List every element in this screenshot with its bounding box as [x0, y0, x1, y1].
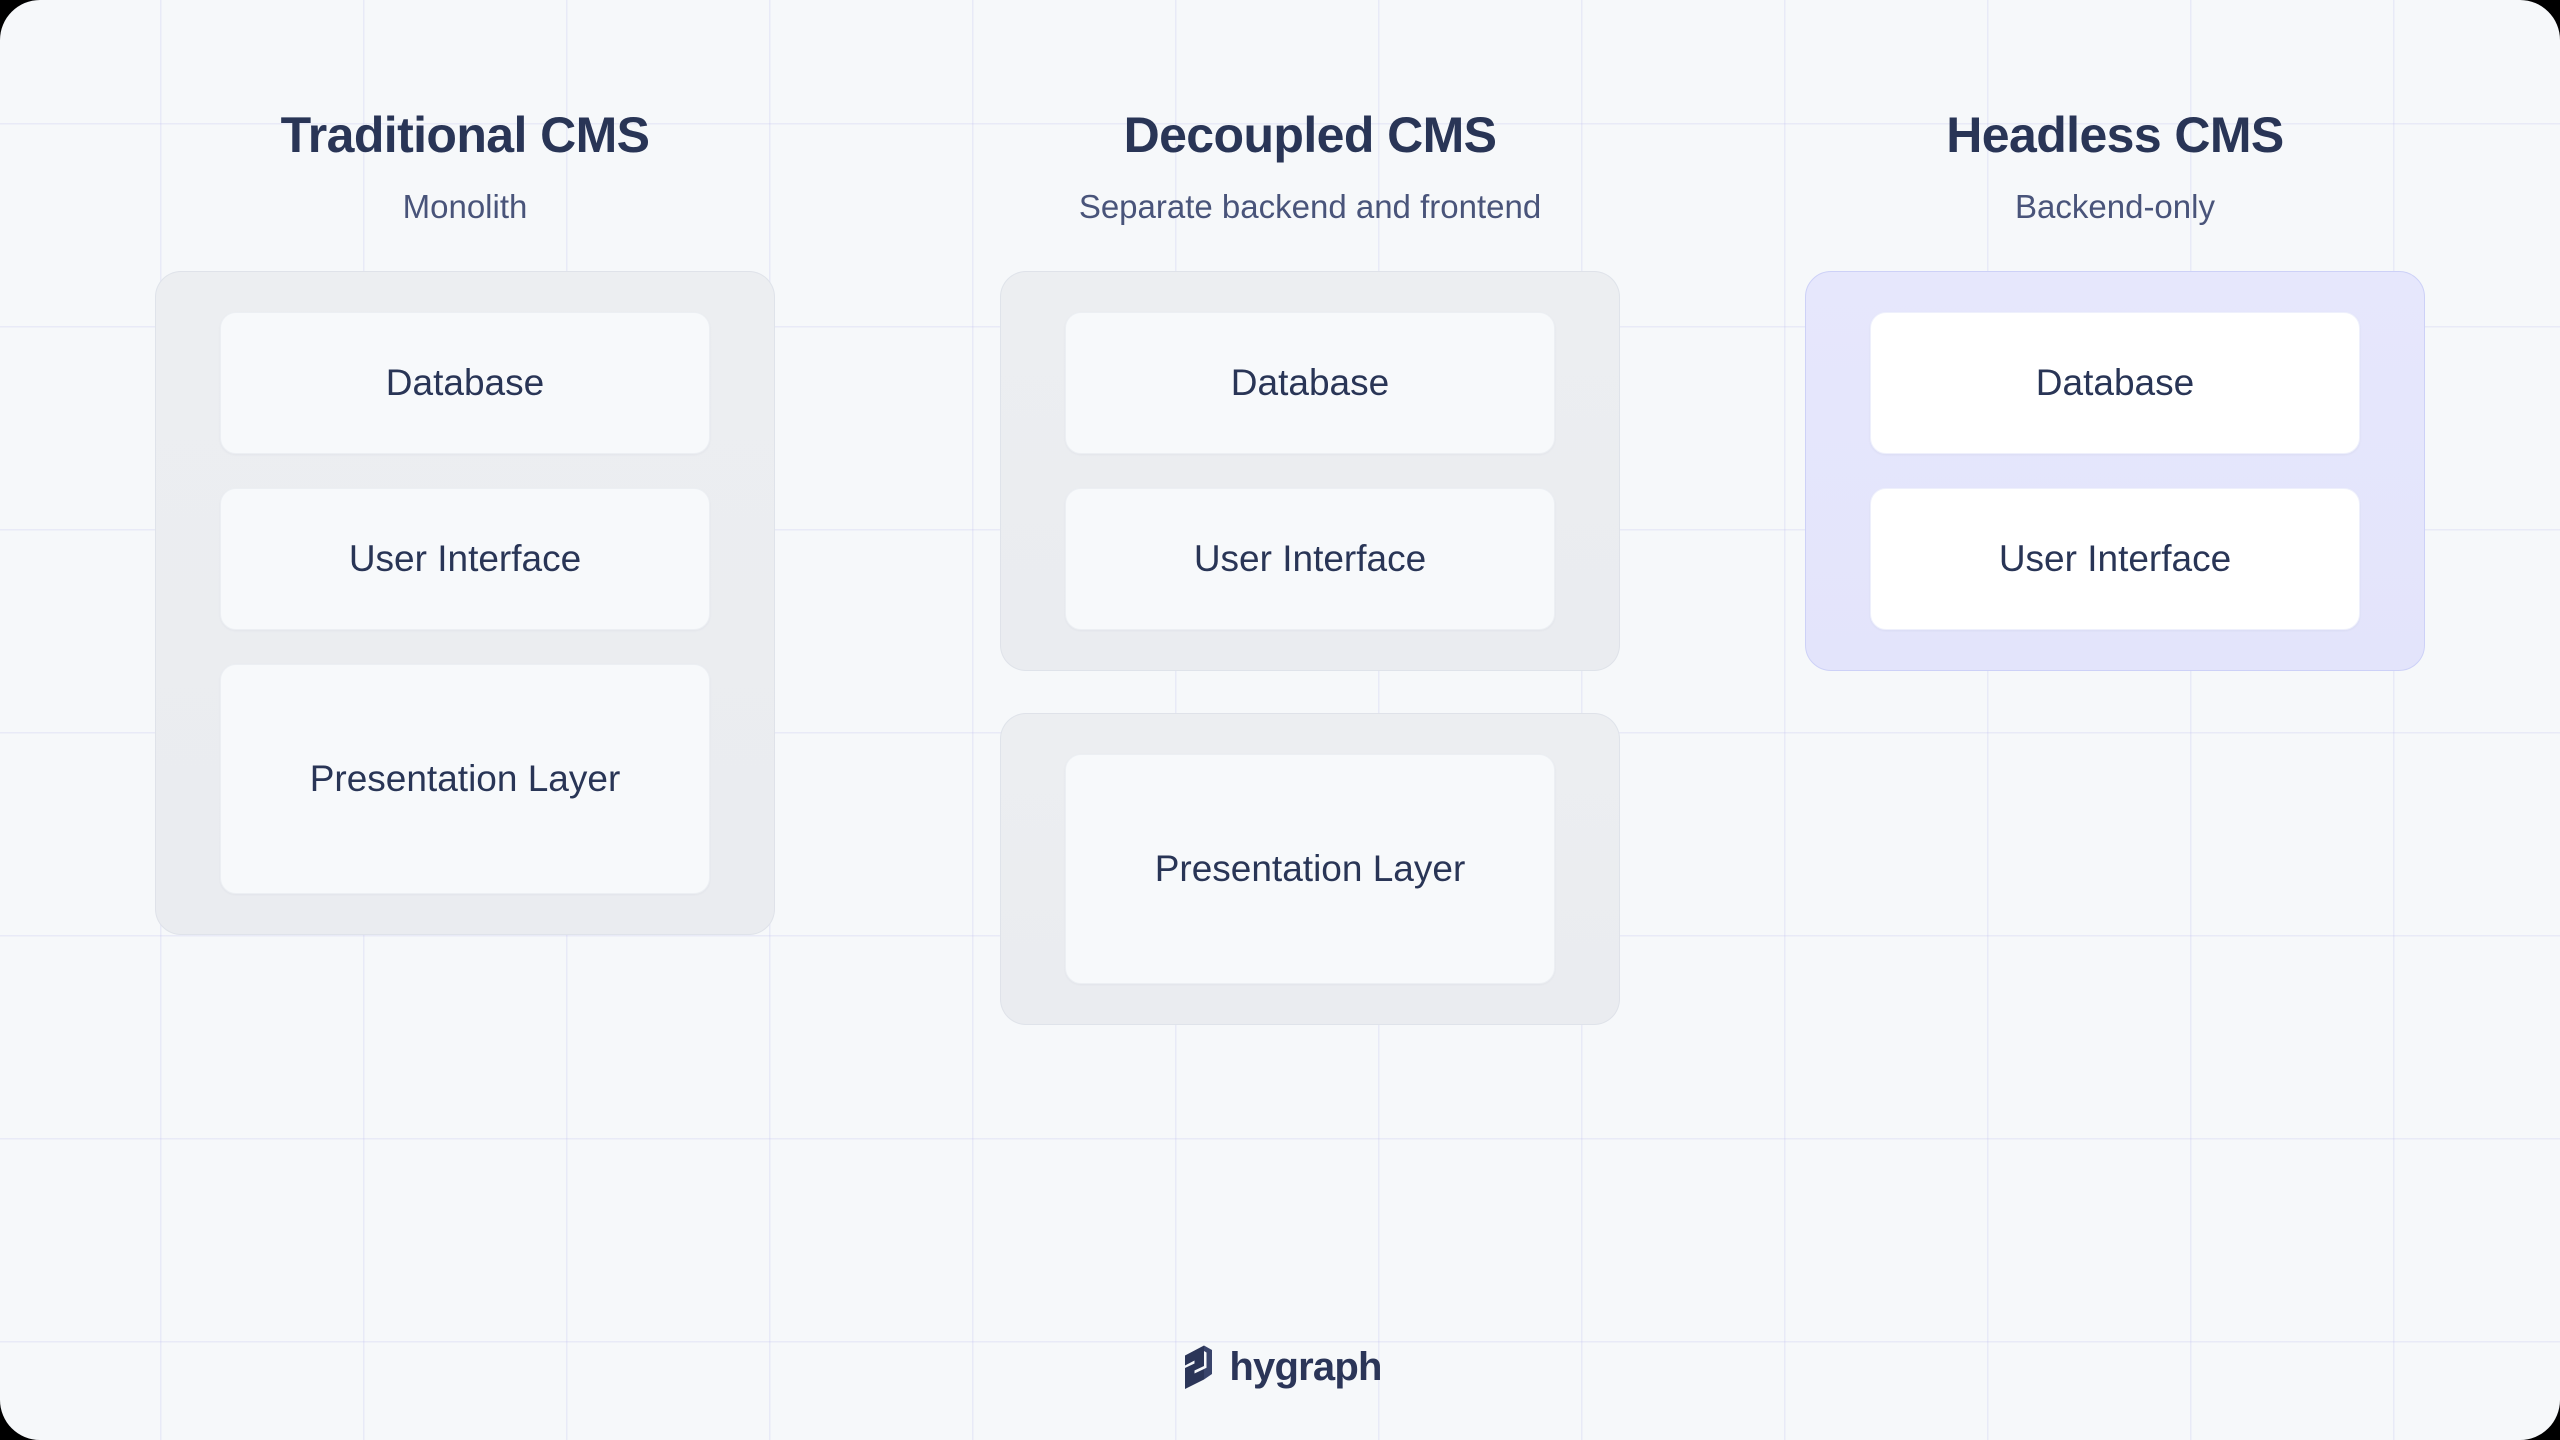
diagram-canvas: Traditional CMS Monolith Database User I… [0, 0, 2560, 1440]
layer-group-backend: Database User Interface [1805, 271, 2425, 671]
brand-footer: hygraph [0, 1344, 2560, 1390]
column-groups: Database User Interface Presentation Lay… [90, 271, 840, 935]
column-traditional-cms: Traditional CMS Monolith Database User I… [90, 0, 840, 935]
layer-card-database: Database [1065, 312, 1555, 454]
column-headless-cms: Headless CMS Backend-only Database User … [1740, 0, 2490, 671]
column-heading: Traditional CMS [280, 107, 650, 163]
layer-card-presentation-layer: Presentation Layer [220, 664, 710, 894]
column-groups: Database User Interface Presentation Lay… [935, 271, 1685, 1025]
column-subheading: Separate backend and frontend [1078, 188, 1542, 225]
column-decoupled-cms: Decoupled CMS Separate backend and front… [935, 0, 1685, 1025]
column-groups: Database User Interface [1740, 271, 2490, 671]
layer-card-user-interface: User Interface [1065, 488, 1555, 630]
column-subheading: Monolith [402, 188, 528, 225]
layer-group-backend: Database User Interface [1000, 271, 1620, 671]
column-heading: Decoupled CMS [1123, 107, 1497, 163]
layer-group: Database User Interface Presentation Lay… [155, 271, 775, 935]
layer-card-user-interface: User Interface [1870, 488, 2360, 630]
layer-card-database: Database [1870, 312, 2360, 454]
layer-group-frontend: Presentation Layer [1000, 713, 1620, 1025]
cms-comparison-columns: Traditional CMS Monolith Database User I… [0, 0, 2560, 1440]
layer-card-presentation-layer: Presentation Layer [1065, 754, 1555, 984]
hygraph-wordmark: hygraph [1229, 1345, 1382, 1389]
column-subheading: Backend-only [2015, 188, 2215, 225]
layer-card-database: Database [220, 312, 710, 454]
column-heading: Headless CMS [1946, 107, 2284, 163]
hygraph-mark-icon [1178, 1344, 1216, 1390]
layer-card-user-interface: User Interface [220, 488, 710, 630]
